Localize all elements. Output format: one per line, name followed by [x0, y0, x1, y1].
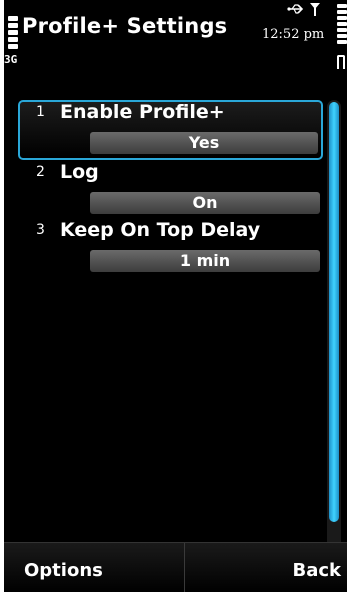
setting-number: 3	[36, 222, 45, 238]
settings-list: 1 Enable Profile+ Yes 2 Log On 3 Keep On…	[18, 100, 323, 276]
setting-label: Keep On Top Delay	[60, 219, 261, 241]
setting-value[interactable]: 1 min	[90, 250, 320, 272]
setting-label: Enable Profile+	[60, 101, 225, 123]
clock: 12:52 pm	[262, 27, 325, 42]
setting-enable-profile[interactable]: 1 Enable Profile+ Yes	[18, 100, 323, 160]
usb-icon	[287, 4, 304, 14]
scrollbar[interactable]	[327, 100, 341, 550]
status-icons	[287, 2, 327, 20]
phone-screen: 3G Profile+ Settings 12:52 pm 1 Enable P…	[4, 0, 347, 592]
setting-log[interactable]: 2 Log On	[18, 160, 323, 218]
options-softkey[interactable]: Options	[4, 543, 184, 592]
antenna-icon	[310, 3, 320, 16]
page-title: Profile+ Settings	[22, 14, 228, 38]
scrollbar-thumb[interactable]	[329, 102, 339, 522]
back-label: Back	[292, 560, 341, 581]
softkey-bar: Options Back	[4, 542, 347, 592]
setting-value[interactable]: Yes	[90, 132, 318, 154]
setting-value[interactable]: On	[90, 192, 320, 214]
signal-strength-icon	[8, 16, 18, 52]
options-label: Options	[24, 560, 103, 581]
battery-icon	[337, 4, 347, 46]
setting-number: 2	[36, 164, 45, 180]
setting-keep-on-top-delay[interactable]: 3 Keep On Top Delay 1 min	[18, 218, 323, 276]
back-softkey[interactable]: Back	[185, 543, 347, 592]
setting-label: Log	[60, 161, 99, 183]
setting-number: 1	[36, 104, 45, 120]
network-type-label: 3G	[4, 53, 18, 66]
battery-cap-icon	[337, 55, 345, 69]
